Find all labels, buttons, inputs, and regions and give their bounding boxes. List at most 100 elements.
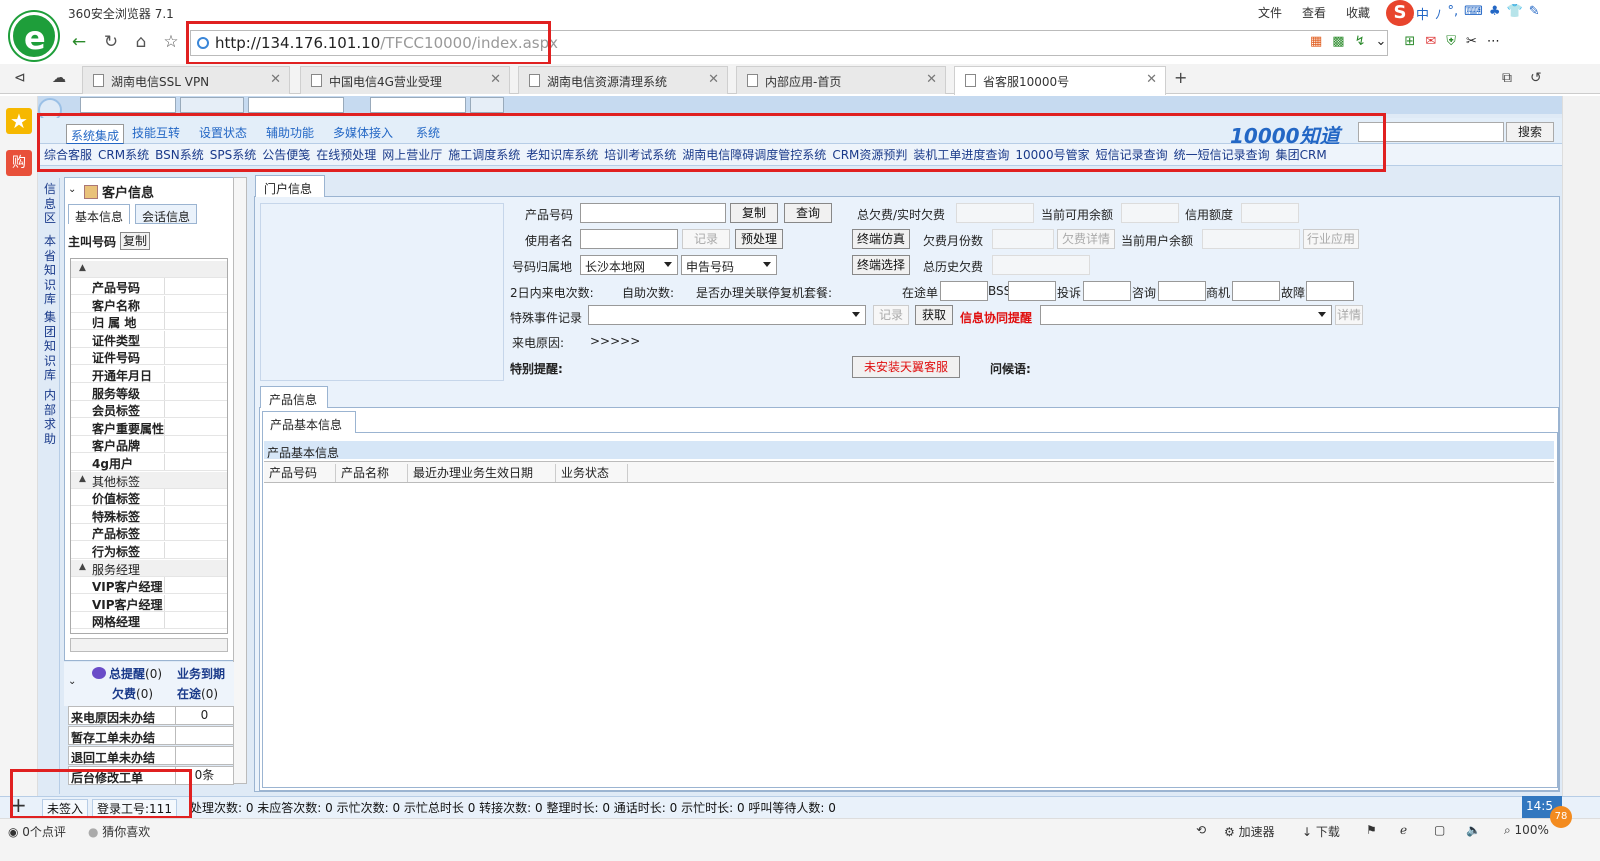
grid-group-header[interactable]: ▲ 服务经理 xyxy=(71,559,227,577)
info-collab-select[interactable] xyxy=(1040,305,1332,325)
customer-field-row[interactable]: 证件类型 xyxy=(71,330,227,348)
link-item[interactable]: 综合客服 xyxy=(44,146,92,163)
link-item[interactable]: BSN系统 xyxy=(155,146,204,163)
tab-10000[interactable]: 省客服10000号 ✕ xyxy=(954,66,1166,95)
shopping-icon[interactable]: 购 xyxy=(6,150,32,176)
arrears-detail-button[interactable]: 欠费详情 xyxy=(1057,229,1115,249)
restore-icon[interactable]: ⧉ xyxy=(1502,70,1512,86)
link-item[interactable]: 统一短信记录查询 xyxy=(1174,146,1270,163)
tab-product-basic[interactable]: 产品基本信息 xyxy=(262,411,356,433)
customer-field-row[interactable]: 证件号码 xyxy=(71,348,227,366)
link-item[interactable]: 老知识库系统 xyxy=(526,146,598,163)
ime-skin-icon[interactable]: 👕 xyxy=(1507,4,1523,23)
fetch-button[interactable]: 获取 xyxy=(915,305,953,325)
link-item[interactable]: 网上营业厅 xyxy=(382,146,442,163)
accelerator-button[interactable]: ⚙ 加速器 xyxy=(1224,823,1275,840)
ie-icon[interactable]: ℯ xyxy=(1400,823,1407,837)
grid-group-header[interactable]: ▲ xyxy=(71,261,227,278)
ime-chinese-icon[interactable]: 中 xyxy=(1416,4,1429,23)
notification-badge[interactable]: 78 xyxy=(1550,806,1572,828)
sysnav-skill-switch[interactable]: 技能互转 xyxy=(132,124,180,141)
favorite-star-icon[interactable]: ☆ xyxy=(160,31,182,53)
special-event-select[interactable] xyxy=(588,305,866,325)
compat-icon[interactable]: ↯ xyxy=(1355,34,1366,49)
tab-internal[interactable]: 内部应用-首页 ✕ xyxy=(736,66,946,94)
customer-field-row[interactable]: 服务等级 xyxy=(71,383,227,401)
more-icon[interactable]: ⋯ xyxy=(1487,34,1500,49)
customer-field-row[interactable]: 特殊标签 xyxy=(71,506,227,524)
close-icon[interactable]: ✕ xyxy=(270,72,281,87)
panel-v-scrollbar[interactable] xyxy=(233,177,247,784)
window-icon[interactable]: ▢ xyxy=(1434,823,1445,837)
address-bar[interactable]: http://134.176.101.10/TFCC10000/index.as… xyxy=(190,30,1388,56)
link-item[interactable]: 培训考试系统 xyxy=(604,146,676,163)
terminal-sim-button[interactable]: 终端仿真 xyxy=(852,229,910,249)
grid-h-scrollbar[interactable] xyxy=(70,638,228,652)
tool-icon[interactable]: ⟲ xyxy=(1196,823,1206,837)
location-select[interactable]: 长沙本地网 xyxy=(580,255,678,275)
link-item[interactable]: 装机工单进度查询 xyxy=(913,146,1009,163)
search-input[interactable] xyxy=(1358,122,1504,142)
link-item[interactable]: 10000号管家 xyxy=(1015,146,1089,163)
news-icon[interactable]: ▦ xyxy=(1310,34,1322,49)
terminal-select-button[interactable]: 终端选择 xyxy=(852,255,910,275)
collapse-icon[interactable]: ⌄ xyxy=(68,676,76,687)
menu-file[interactable]: 文件 xyxy=(1258,4,1282,21)
refresh-icon[interactable]: ↻ xyxy=(100,31,122,53)
preprocess-button[interactable]: 预处理 xyxy=(735,229,783,249)
pending-row[interactable]: 来电原因未办结 0 xyxy=(68,706,234,725)
complaint-field[interactable] xyxy=(1083,281,1131,301)
search-button[interactable]: 搜索 xyxy=(1506,122,1554,142)
tab-4g[interactable]: 中国电信4G营业受理 ✕ xyxy=(300,66,510,94)
qr-icon[interactable]: ▩ xyxy=(1332,34,1344,49)
opportunity-field[interactable] xyxy=(1232,281,1280,301)
link-item[interactable]: 在线预处理 xyxy=(316,146,376,163)
link-item[interactable]: CRM系统 xyxy=(98,146,149,163)
detail-button[interactable]: 详情 xyxy=(1335,305,1363,325)
copy-number-button[interactable]: 复制 xyxy=(120,232,150,250)
cloud-icon[interactable]: ☁ xyxy=(52,70,66,86)
column-product-name[interactable]: 产品名称 xyxy=(336,464,408,482)
not-signed-button[interactable]: 未签入 xyxy=(42,799,89,818)
menu-view[interactable]: 查看 xyxy=(1302,4,1326,21)
query-button[interactable]: 查询 xyxy=(784,203,832,223)
vnav-internal-help[interactable]: 内部求助 xyxy=(44,388,56,446)
customer-field-row[interactable]: 价值标签 xyxy=(71,489,227,507)
link-item[interactable]: SPS系统 xyxy=(210,146,256,163)
close-icon[interactable]: ✕ xyxy=(708,72,719,87)
tab-resource[interactable]: 湖南电信资源清理系统 ✕ xyxy=(518,66,728,94)
screenshot-icon[interactable]: ✂ xyxy=(1466,34,1477,49)
back-icon[interactable]: ← xyxy=(68,31,90,53)
link-item[interactable]: 施工调度系统 xyxy=(448,146,520,163)
apps-icon[interactable]: ⊞ xyxy=(1404,34,1415,49)
favorites-star-icon[interactable]: ★ xyxy=(6,108,32,134)
call-reason-value[interactable]: >>>>> xyxy=(590,334,640,348)
column-status[interactable]: 业务状态 xyxy=(556,464,628,482)
pending-row[interactable]: 后台修改工单 0条 xyxy=(68,766,234,785)
ime-keyboard-icon[interactable]: ⌨ xyxy=(1464,4,1483,23)
shield-icon[interactable]: ⛨ xyxy=(1446,34,1456,49)
link-item[interactable]: 公告便笺 xyxy=(262,146,310,163)
product-number-input[interactable] xyxy=(580,203,726,223)
report-number-select[interactable]: 申告号码 xyxy=(681,255,777,275)
arrears-alert[interactable]: 欠费(0) xyxy=(112,685,153,702)
sysnav-set-status[interactable]: 设置状态 xyxy=(199,124,247,141)
vnav-group-kb[interactable]: 集团知识库 xyxy=(44,310,56,383)
fault-field[interactable] xyxy=(1306,281,1354,301)
sysnav-system[interactable]: 系统 xyxy=(416,124,440,141)
pending-row[interactable]: 暂存工单未办结 xyxy=(68,726,234,745)
customer-field-row[interactable]: 客户重要属性 xyxy=(71,418,227,436)
customer-field-row[interactable]: 行为标签 xyxy=(71,542,227,559)
customer-field-row[interactable]: 客户品牌 xyxy=(71,436,227,454)
ime-tools-icon[interactable]: ✎ xyxy=(1529,4,1540,23)
guess-link[interactable]: ● 猜你喜欢 xyxy=(88,823,150,840)
tab-session-info[interactable]: 会话信息 xyxy=(135,204,198,224)
mail-icon[interactable]: ✉ xyxy=(1425,34,1436,49)
in-transit-alert[interactable]: 在途(0) xyxy=(177,685,218,702)
tab-basic-info[interactable]: 基本信息 xyxy=(68,204,131,224)
customer-field-row[interactable]: 网格经理 xyxy=(71,612,227,630)
pending-row[interactable]: 退回工单未办结 xyxy=(68,746,234,765)
new-tab-button[interactable]: + xyxy=(1174,68,1187,87)
column-recent-date[interactable]: 最近办理业务生效日期 xyxy=(408,464,556,482)
customer-field-row[interactable]: 开通年月日 xyxy=(71,366,227,383)
